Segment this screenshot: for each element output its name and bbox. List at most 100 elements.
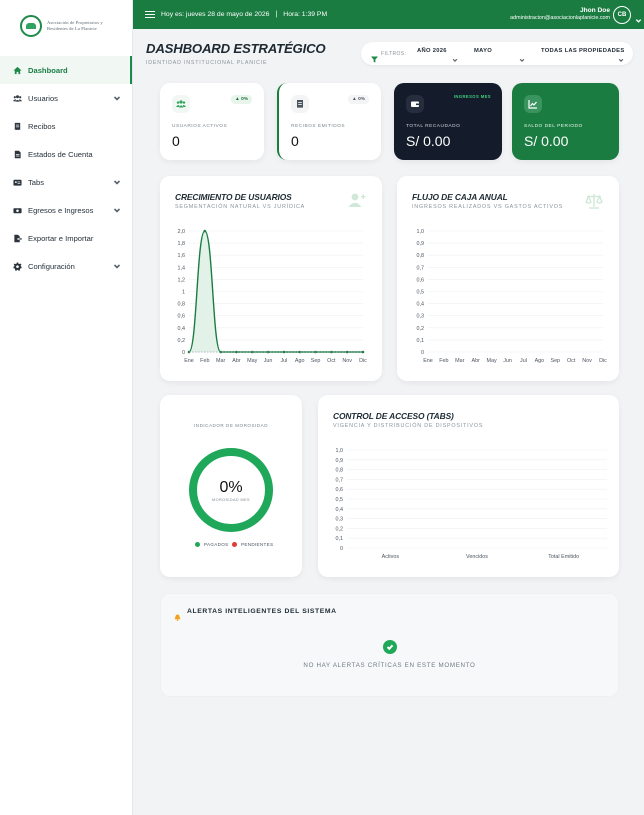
receipt-icon: [12, 121, 22, 131]
x-tick-label: Jun: [264, 358, 273, 364]
sidebar: Asociación de Propietarios y Residentes …: [0, 0, 133, 815]
delinquency-sublabel: MOROSIDAD MES: [212, 498, 250, 502]
year-select[interactable]: AÑO 2026: [417, 48, 447, 54]
alerts-title: ALERTAS INTELIGENTES DEL SISTEMA: [187, 608, 337, 615]
sidebar-item-dashboard[interactable]: Dashboard: [0, 56, 132, 84]
sidebar-item-usuarios[interactable]: Usuarios: [0, 84, 132, 112]
y-tick-label: 0: [421, 350, 424, 356]
month-select[interactable]: MAYO: [474, 48, 492, 54]
sidebar-item-exportar-e-importar[interactable]: Exportar e Importar: [0, 224, 132, 252]
y-tick-label: 1,6: [178, 253, 186, 259]
chevron-down-icon[interactable]: [635, 11, 642, 23]
x-tick-label: Jul: [280, 358, 287, 364]
sidebar-nav: Dashboard Usuarios Recibos Estados de Cu…: [0, 56, 132, 280]
chevron-down-icon: [452, 50, 458, 62]
cashflow-card: FLUJO DE CAJA ANUAL INGRESOS REALIZADOS …: [397, 176, 619, 381]
x-tick-label: Mar: [216, 358, 225, 364]
property-select[interactable]: TODAS LAS PROPIEDADES: [541, 48, 625, 54]
x-tick-label: Ene: [184, 358, 194, 364]
current-time: Hora: 1:39 PM: [283, 11, 328, 18]
y-tick-label: 0: [182, 350, 185, 356]
kpi-value: 0: [172, 133, 180, 149]
paid-dot-icon: [195, 542, 200, 547]
sidebar-item-label: Dashboard: [28, 65, 68, 75]
y-tick-label: 0,7: [336, 477, 344, 483]
series-point: [203, 229, 207, 233]
y-tick-label: 1,8: [178, 241, 186, 247]
avatar[interactable]: CB: [613, 6, 631, 24]
filters-bar: FILTROS: AÑO 2026 MAYO TODAS LAS PROPIED…: [361, 42, 633, 65]
y-tick-label: 0,3: [417, 314, 425, 320]
sidebar-item-label: Usuarios: [28, 93, 58, 103]
filter-icon: [371, 50, 378, 63]
sidebar-item-estados-de-cuenta[interactable]: Estados de Cuenta: [0, 140, 132, 168]
menu-toggle-icon[interactable]: [145, 10, 155, 19]
check-circle-icon: [383, 640, 397, 654]
chevron-down-icon: [113, 262, 121, 270]
logo-seal-icon: [20, 15, 42, 37]
x-tick-label: Ago: [295, 358, 305, 364]
users-growth-card: CRECIMIENTO DE USUARIOS SEGMENTACIÓN NAT…: [160, 176, 382, 381]
access-control-card: CONTROL DE ACCESO (TABS) VIGENCIA Y DIST…: [318, 395, 619, 577]
page-title: DASHBOARD ESTRATÉGICO: [146, 41, 326, 56]
y-tick-label: 0,9: [336, 458, 344, 464]
y-tick-label: 0,2: [178, 338, 186, 344]
users-trend-badge: ▲ 0%: [230, 95, 252, 104]
sidebar-item-tabs[interactable]: Tabs: [0, 168, 132, 196]
sidebar-item-egresos-e-ingresos[interactable]: Egresos e Ingresos: [0, 196, 132, 224]
x-tick-label: Activos: [382, 554, 400, 560]
x-tick-label: May: [247, 358, 257, 364]
legend-paid-label: PAGADOS: [204, 542, 229, 547]
kpi-card-users: ▲ 0% USUARIOS ACTIVOS 0: [160, 83, 264, 160]
y-tick-label: 0,4: [417, 302, 425, 308]
y-tick-label: 0,5: [336, 497, 344, 503]
chevron-down-icon: [113, 206, 121, 214]
y-tick-label: 1,4: [178, 265, 186, 271]
current-date: Hoy es: jueves 28 de mayo de 2026: [161, 11, 270, 18]
y-tick-label: 1: [182, 290, 185, 296]
x-tick-label: Abr: [472, 358, 481, 364]
kpi-value: S/ 0.00: [524, 133, 569, 149]
y-tick-label: 0,1: [336, 536, 344, 542]
gear-icon: [12, 261, 22, 271]
y-tick-label: 1,0: [417, 229, 425, 235]
x-tick-label: Mar: [455, 358, 464, 364]
pending-dot-icon: [232, 542, 237, 547]
kpi-label: USUARIOS ACTIVOS: [172, 124, 228, 129]
x-tick-label: Abr: [232, 358, 241, 364]
money-icon: [12, 205, 22, 215]
sidebar-item-configuracion[interactable]: Configuración: [0, 252, 132, 280]
y-tick-label: 1,0: [336, 448, 344, 454]
page-subtitle: IDENTIDAD INSTITUCIONAL PLANICIE: [146, 60, 268, 66]
chart-line-icon: [524, 95, 542, 113]
kpi-label: RECIBOS EMITIDOS: [291, 124, 346, 129]
brand-logo[interactable]: Asociación de Propietarios y Residentes …: [0, 0, 132, 52]
bell-icon: [174, 608, 181, 621]
monthly-income-badge: INGRESOS MES: [453, 94, 491, 99]
y-tick-label: 0,2: [417, 326, 425, 332]
brand-name: Asociación de Propietarios y Residentes …: [47, 20, 103, 32]
y-tick-label: 2,0: [178, 229, 186, 235]
user-info[interactable]: Jhon Doe administracion@asociacionlaplan…: [510, 7, 610, 21]
y-tick-label: 0,6: [178, 314, 186, 320]
y-tick-label: 0,6: [336, 487, 344, 493]
kpi-value: S/ 0.00: [406, 133, 451, 149]
legend-pending: PENDIENTES: [232, 542, 273, 547]
y-tick-label: 0,7: [417, 265, 425, 271]
y-tick-label: 1,2: [178, 277, 186, 283]
date-time-separator: |: [275, 11, 278, 18]
kpi-card-period-balance: SALDO DEL PERIODO S/ 0.00: [512, 83, 619, 160]
x-tick-label: Total Emitido: [548, 554, 579, 560]
x-tick-label: Dic: [599, 358, 607, 364]
receipt-icon: [291, 95, 309, 113]
sidebar-item-recibos[interactable]: Recibos: [0, 112, 132, 140]
y-tick-label: 0,8: [178, 302, 186, 308]
file-export-icon: [12, 233, 22, 243]
alerts-empty-message: NO HAY ALERTAS CRÍTICAS EN ESTE MOMENTO: [303, 662, 476, 669]
delinquency-card: INDICADOR DE MOROSIDAD 0% MOROSIDAD MES …: [160, 395, 302, 577]
access-control-chart: 0 0,1 0,2 0,3 0,4 0,5 0,6 0,7 0,8 0,9 1,0 Activos Ve…: [336, 448, 607, 560]
sidebar-item-label: Estados de Cuenta: [28, 149, 93, 159]
y-tick-label: 0,5: [417, 290, 425, 296]
chevron-down-icon: [113, 178, 121, 186]
kpi-card-total-collected: INGRESOS MES TOTAL RECAUDADO S/ 0.00: [394, 83, 502, 160]
